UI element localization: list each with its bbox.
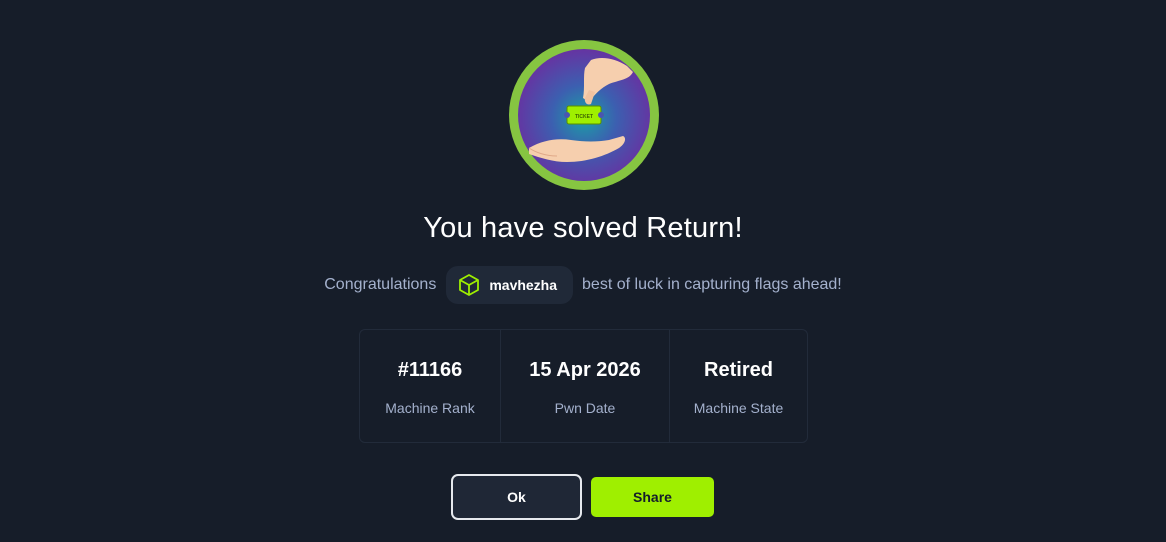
congrats-suffix: best of luck in capturing flags ahead! — [582, 276, 842, 293]
share-button[interactable]: Share — [591, 477, 714, 517]
stat-pwn-date: 15 Apr 2026 Pwn Date — [501, 330, 670, 442]
ticket-handover-icon: TICKET — [509, 40, 659, 190]
username: mavhezha — [489, 277, 558, 293]
stat-machine-state: Retired Machine State — [670, 330, 807, 442]
stat-label: Machine Rank — [385, 399, 475, 416]
stat-value: Retired — [704, 358, 773, 381]
congrats-prefix: Congratulations — [324, 276, 437, 293]
congratulations-row: Congratulations mavhezha best of luck in… — [0, 265, 1166, 305]
stat-label: Pwn Date — [554, 399, 616, 416]
ok-button[interactable]: Ok — [451, 474, 582, 520]
page-title: You have solved Return! — [423, 212, 743, 244]
machine-badge: TICKET — [505, 36, 663, 194]
ticket-text: TICKET — [575, 114, 593, 120]
stat-machine-rank: #11166 Machine Rank — [360, 330, 501, 442]
cube-icon — [459, 274, 480, 296]
solved-dialog: TICKET You have solved Return! Congratul… — [0, 0, 1166, 542]
stats-panel: #11166 Machine Rank 15 Apr 2026 Pwn Date… — [359, 329, 808, 443]
stat-label: Machine State — [693, 399, 784, 416]
stat-value: #11166 — [397, 358, 463, 381]
stat-value: 15 Apr 2026 — [529, 358, 641, 381]
user-chip[interactable]: mavhezha — [446, 266, 574, 304]
